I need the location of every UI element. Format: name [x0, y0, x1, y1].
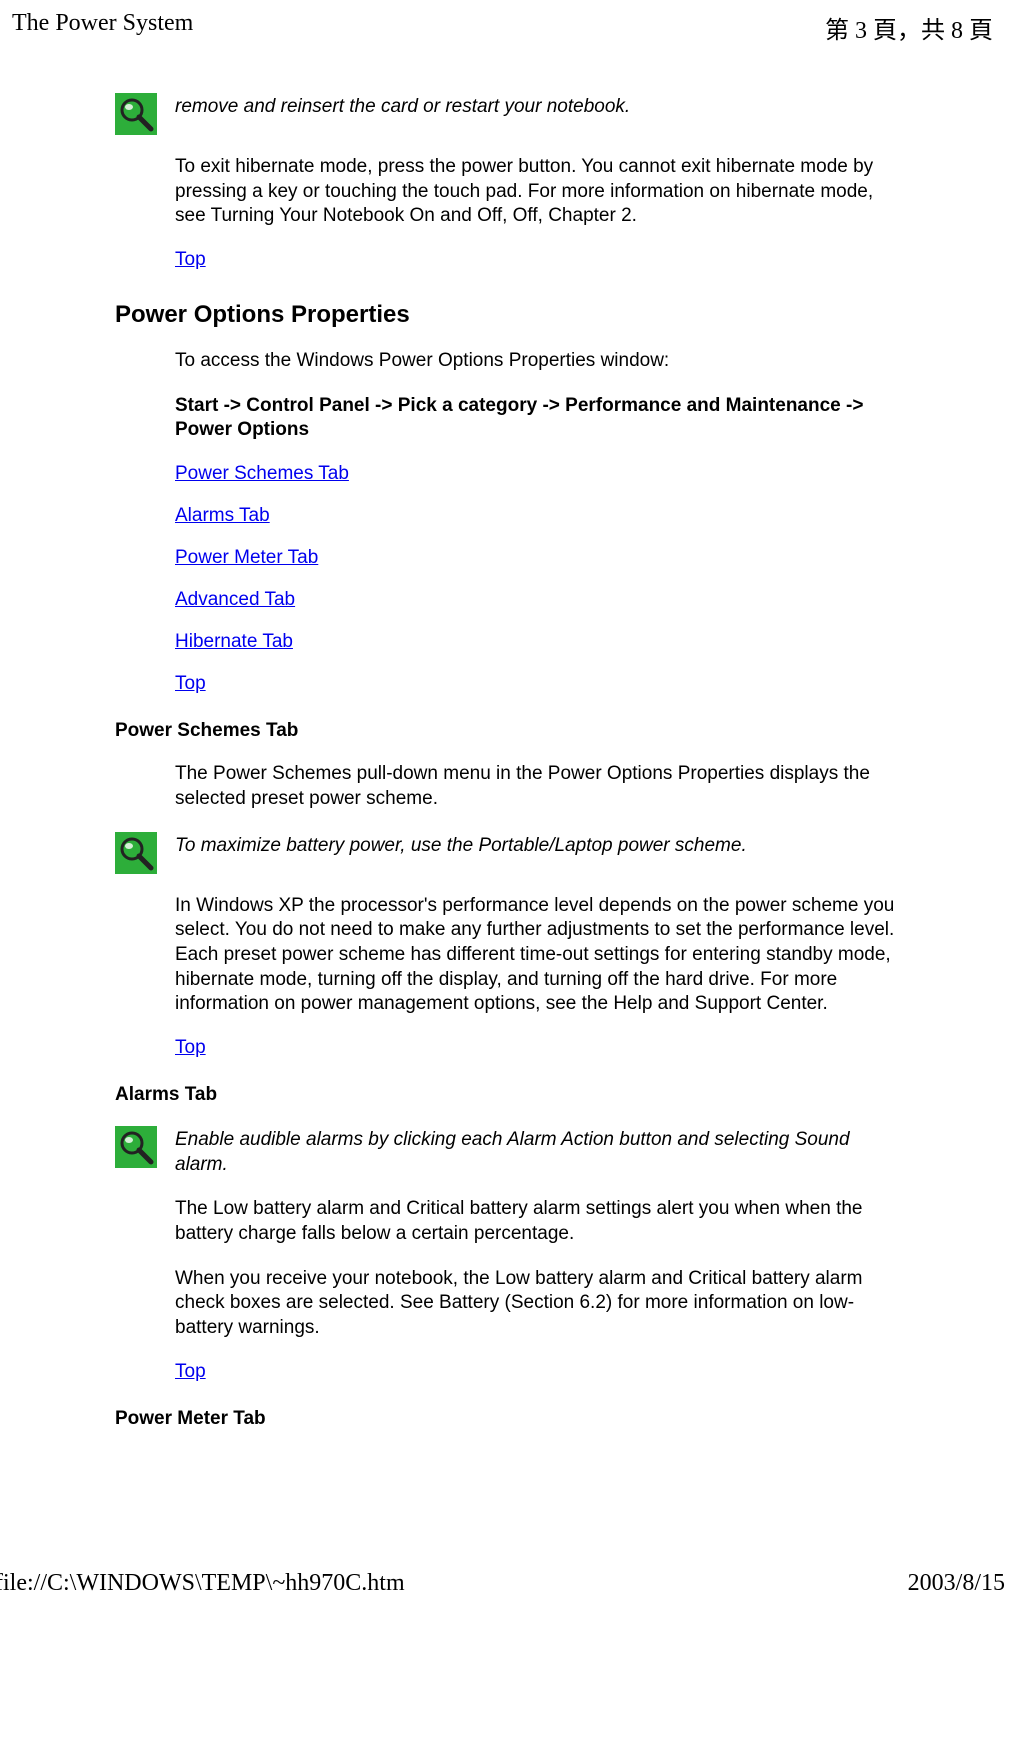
link-hibernate[interactable]: Hibernate Tab [175, 631, 293, 652]
note-text: To maximize battery power, use the Porta… [175, 832, 747, 859]
page-title: The Power System [12, 10, 193, 45]
paragraph: In Windows XP the processor's performanc… [175, 894, 898, 1017]
heading-power-meter-tab: Power Meter Tab [115, 1408, 898, 1430]
paragraph: The Low battery alarm and Critical batte… [175, 1197, 898, 1246]
paragraph: When you receive your notebook, the Low … [175, 1267, 898, 1341]
top-link[interactable]: Top [175, 249, 206, 270]
top-link[interactable]: Top [175, 1037, 206, 1058]
nav-path: Start -> Control Panel -> Pick a categor… [175, 394, 898, 443]
paragraph: The Power Schemes pull-down menu in the … [175, 762, 898, 811]
note-text: remove and reinsert the card or restart … [175, 93, 630, 120]
top-link[interactable]: Top [175, 1361, 206, 1382]
magnify-icon [115, 1126, 157, 1168]
link-power-meter[interactable]: Power Meter Tab [175, 547, 318, 568]
note-text: Enable audible alarms by clicking each A… [175, 1126, 898, 1177]
heading-power-options: Power Options Properties [115, 301, 898, 329]
heading-alarms-tab: Alarms Tab [115, 1084, 898, 1106]
heading-power-schemes-tab: Power Schemes Tab [115, 720, 898, 742]
link-alarms[interactable]: Alarms Tab [175, 505, 270, 526]
link-advanced[interactable]: Advanced Tab [175, 589, 295, 610]
top-link[interactable]: Top [175, 673, 206, 694]
footer-path: file://C:\WINDOWS\TEMP\~hh970C.htm [0, 1570, 405, 1597]
page-counter: 第 3 頁，共 8 頁 [825, 10, 993, 45]
magnify-icon [115, 832, 157, 874]
paragraph: To exit hibernate mode, press the power … [175, 155, 898, 229]
magnify-icon [115, 93, 157, 135]
paragraph: To access the Windows Power Options Prop… [175, 349, 898, 374]
footer-date: 2003/8/15 [908, 1570, 1005, 1597]
link-power-schemes[interactable]: Power Schemes Tab [175, 463, 349, 484]
